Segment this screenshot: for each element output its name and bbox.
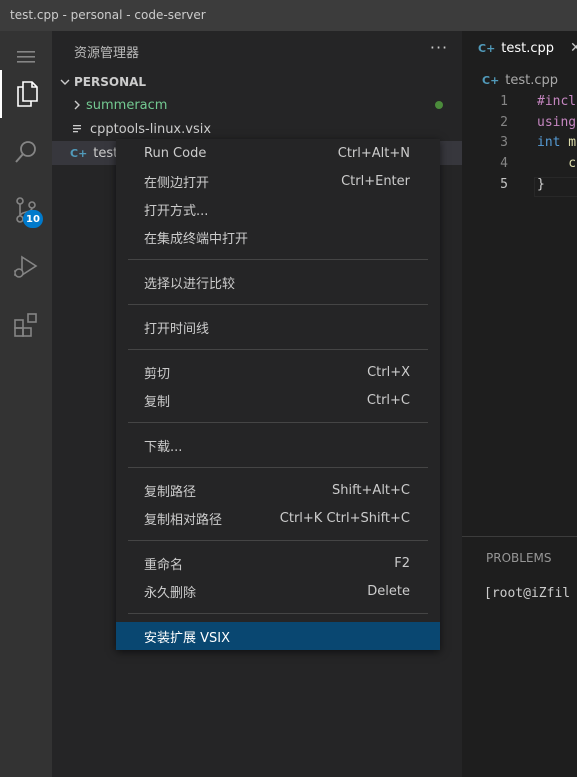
bottom-panel: PROBLEMS [root@iZfil xyxy=(462,536,577,777)
chevron-right-icon xyxy=(74,100,80,110)
code-token: int xyxy=(537,135,561,150)
menu-item-label: 永久删除 xyxy=(144,585,197,601)
menu-item-shortcut: Ctrl+Enter xyxy=(341,173,410,189)
title-bar: test.cpp - personal - code-server xyxy=(0,0,577,31)
menu-item-shortcut: Ctrl+X xyxy=(367,364,410,380)
menu-item[interactable]: 打开时间线 xyxy=(116,313,440,341)
menu-item-shortcut: Delete xyxy=(367,583,410,599)
code-line[interactable]: 5} xyxy=(462,177,577,197)
explorer-title: 资源管理器 xyxy=(74,46,140,61)
menu-separator xyxy=(128,259,428,260)
more-actions-button[interactable]: ··· xyxy=(427,35,451,59)
menu-item-label: 打开时间线 xyxy=(144,321,210,337)
code-token: m xyxy=(560,135,577,150)
tab-test-cpp[interactable]: C+ test.cpp ✕ xyxy=(462,31,577,66)
menu-item-label: 安装扩展 VSIX xyxy=(144,630,231,646)
menu-item-label: 复制路径 xyxy=(144,484,197,500)
menu-item[interactable]: 复制相对路径 Ctrl+K Ctrl+Shift+C xyxy=(116,504,440,532)
source-control-badge: 10 xyxy=(23,210,43,228)
git-status-dot xyxy=(435,101,443,109)
menu-item-label: 剪切 xyxy=(144,366,171,382)
menu-item-label: 重命名 xyxy=(144,557,184,573)
workspace-section-header[interactable]: PERSONAL xyxy=(52,71,462,93)
file-lines-icon xyxy=(73,125,81,133)
editor-tabs: C+ test.cpp ✕ xyxy=(462,31,577,66)
code-line[interactable]: 4 c xyxy=(462,156,577,176)
menu-item[interactable]: 剪切 Ctrl+X xyxy=(116,358,440,386)
code-line[interactable]: 1 #incl xyxy=(462,94,577,114)
code-line[interactable]: 3 int m xyxy=(462,135,577,155)
cpp-file-icon: C+ xyxy=(478,42,496,55)
menu-item-label: 下载... xyxy=(144,439,183,455)
menu-item-label: 在集成终端中打开 xyxy=(144,231,249,247)
chevron-down-icon xyxy=(60,79,70,85)
terminal-output[interactable]: [root@iZfil xyxy=(484,586,570,601)
menu-item-label: 在侧边打开 xyxy=(144,175,210,191)
window-title: test.cpp - personal - code-server xyxy=(10,8,206,22)
editor-area: C+ test.cpp ✕ C+ test.cpp 1 #incl 2 using 3 i… xyxy=(462,31,577,777)
source-control-icon[interactable]: 10 xyxy=(0,186,52,234)
menu-item[interactable]: 在集成终端中打开 xyxy=(116,223,440,251)
extensions-icon[interactable] xyxy=(0,301,52,349)
menu-item-label: 复制相对路径 xyxy=(144,512,223,528)
menu-item-label: Run Code xyxy=(144,145,207,161)
context-menu: Run Code Ctrl+Alt+N 在侧边打开 Ctrl+Enter 打开方式...… xyxy=(116,139,440,650)
explorer-icon[interactable] xyxy=(0,70,52,118)
cpp-file-icon: C+ xyxy=(482,74,500,87)
menu-item[interactable]: 复制路径 Shift+Alt+C xyxy=(116,476,440,504)
menu-separator xyxy=(128,540,428,541)
menu-item-shortcut: Ctrl+Alt+N xyxy=(337,145,410,161)
menu-item[interactable]: Run Code Ctrl+Alt+N xyxy=(116,139,440,167)
code-text: int m xyxy=(537,135,576,150)
workspace-name: PERSONAL xyxy=(74,75,147,89)
code-text: #incl xyxy=(537,94,576,109)
tree-item-label: summeracm xyxy=(86,97,168,113)
line-number: 5 xyxy=(500,177,508,192)
breadcrumb-file: test.cpp xyxy=(505,73,559,88)
line-number: 1 xyxy=(500,94,508,109)
line-number: 3 xyxy=(500,135,508,150)
menu-separator xyxy=(128,349,428,350)
run-debug-icon[interactable] xyxy=(0,243,52,291)
tab-problems[interactable]: PROBLEMS xyxy=(486,551,552,565)
menu-separator xyxy=(128,467,428,468)
menu-item-shortcut: Ctrl+K Ctrl+Shift+C xyxy=(279,510,410,526)
menu-item[interactable]: 选择以进行比较 xyxy=(116,268,440,296)
tab-label: test.cpp xyxy=(501,41,555,56)
activity-bar: 10 xyxy=(0,31,52,777)
menu-item-label: 打开方式... xyxy=(144,203,209,219)
cpp-file-icon: C+ xyxy=(70,146,88,160)
menu-separator xyxy=(128,422,428,423)
code-token: } xyxy=(537,177,545,192)
tree-item-folder[interactable]: summeracm xyxy=(52,93,462,117)
menu-item[interactable]: 复制 Ctrl+C xyxy=(116,386,440,414)
code-text: } xyxy=(537,177,545,192)
breadcrumb[interactable]: C+ test.cpp xyxy=(482,73,558,88)
code-text: c xyxy=(537,156,576,171)
menu-item-label: 复制 xyxy=(144,394,171,410)
menu-item[interactable]: 打开方式... xyxy=(116,195,440,223)
menu-item-shortcut: F2 xyxy=(394,555,410,571)
menu-separator xyxy=(128,613,428,614)
menu-separator xyxy=(128,304,428,305)
close-icon[interactable]: ✕ xyxy=(570,40,577,56)
menu-item[interactable]: 永久删除 Delete xyxy=(116,577,440,605)
menu-item-shortcut: Ctrl+C xyxy=(366,392,410,408)
code-line[interactable]: 2 using xyxy=(462,115,577,135)
tree-item-label: cpptools-linux.vsix xyxy=(90,121,212,137)
code-token: c xyxy=(537,156,577,171)
code-token: #incl xyxy=(537,94,577,109)
menu-item-shortcut: Shift+Alt+C xyxy=(331,482,410,498)
menu-item[interactable]: 在侧边打开 Ctrl+Enter xyxy=(116,167,440,195)
menu-item-label: 选择以进行比较 xyxy=(144,276,236,292)
tree-item-file[interactable]: cpptools-linux.vsix xyxy=(52,117,462,141)
menu-item[interactable]: 重命名 F2 xyxy=(116,549,440,577)
code-text: using xyxy=(537,115,576,130)
line-number: 4 xyxy=(500,156,508,171)
search-icon[interactable] xyxy=(0,128,52,176)
code-token: using xyxy=(537,115,577,130)
menu-item[interactable]: 安装扩展 VSIX xyxy=(116,622,440,650)
menu-item[interactable]: 下载... xyxy=(116,431,440,459)
line-number: 2 xyxy=(500,115,508,130)
